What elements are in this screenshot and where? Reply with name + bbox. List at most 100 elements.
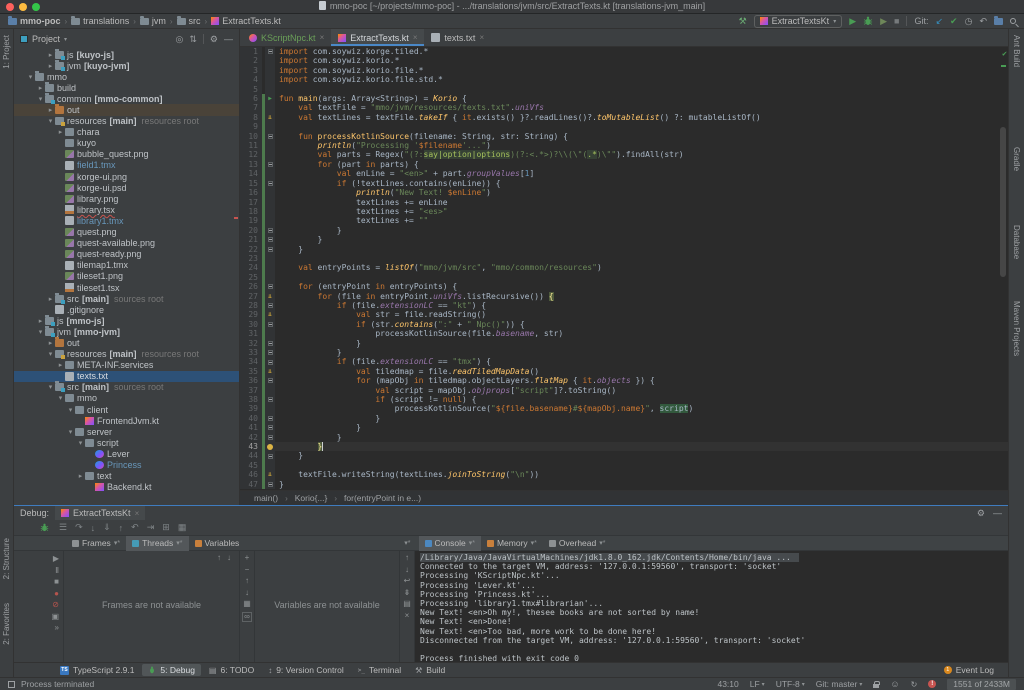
drop-frame-icon[interactable]: ↶ xyxy=(131,522,139,533)
breadcrumb-item[interactable]: ExtractTexts.kt xyxy=(211,16,281,26)
code-line[interactable]: 29⇊ val str = file.readString() xyxy=(240,310,1008,319)
line-number[interactable]: 42 xyxy=(240,433,262,442)
scrollbar-thumb[interactable] xyxy=(1000,127,1006,277)
debugger-tab-variables[interactable]: Variables xyxy=(189,536,246,551)
up-icon[interactable]: ↑ xyxy=(405,554,409,562)
debugger-tab-overhead[interactable]: Overhead▾* xyxy=(543,536,612,551)
tool-button-project[interactable]: 1: Project xyxy=(2,35,11,69)
code-line[interactable]: 16 println("New Text! $enLine") xyxy=(240,188,1008,197)
gutter-cell[interactable] xyxy=(265,254,275,263)
fold-marker-icon[interactable] xyxy=(268,134,273,139)
line-number[interactable]: 4 xyxy=(240,75,262,84)
gutter-cell[interactable] xyxy=(265,188,275,197)
tool-button-5-debug[interactable]: 5: Debug xyxy=(142,664,201,676)
gutter-cell[interactable] xyxy=(265,66,275,75)
mute-breakpoints-icon[interactable]: ⊘ xyxy=(52,600,59,609)
tree-item[interactable]: library1.tmx xyxy=(14,215,239,226)
chevron-expanded-icon[interactable]: ▾ xyxy=(46,117,55,125)
up-icon[interactable]: ↑ xyxy=(217,553,221,562)
tree-item[interactable]: tilemap1.tmx xyxy=(14,260,239,271)
line-number[interactable]: 39 xyxy=(240,404,262,413)
line-number[interactable]: 43 xyxy=(240,442,262,451)
line-number[interactable]: 37 xyxy=(240,386,262,395)
chevron-down-icon[interactable]: ▾ xyxy=(64,36,67,43)
tool-button-favorites[interactable]: 2: Favorites xyxy=(2,603,11,645)
chevron-expanded-icon[interactable]: ▾ xyxy=(56,394,65,402)
code-line[interactable]: 26 for (entryPoint in entryPoints) { xyxy=(240,282,1008,291)
gutter-cell[interactable] xyxy=(265,395,275,404)
tree-item[interactable]: ▾mmo xyxy=(14,71,239,82)
gutter-cell[interactable] xyxy=(265,169,275,178)
chevron-collapsed-icon[interactable]: ▸ xyxy=(46,295,55,303)
debugger-tab-memory[interactable]: Memory▾* xyxy=(481,536,543,551)
code-line[interactable]: 3import com.soywiz.korio.file.* xyxy=(240,66,1008,75)
gutter-cell[interactable] xyxy=(265,480,275,489)
debugger-tab-console[interactable]: Console▾* xyxy=(419,536,481,551)
tab-options-icon[interactable]: ▾* xyxy=(114,539,120,547)
scroll-end-icon[interactable]: ⇟ xyxy=(404,589,411,597)
code-line[interactable]: 12 val parts = Regex("(?:say|option|opti… xyxy=(240,150,1008,159)
gutter-cell[interactable] xyxy=(265,141,275,150)
down-icon[interactable]: ↓ xyxy=(227,553,231,562)
tree-item[interactable]: ▸jvm[kuyo-jvm] xyxy=(14,60,239,71)
gutter-cell[interactable] xyxy=(265,263,275,272)
close-icon[interactable]: × xyxy=(479,33,484,42)
code-line[interactable]: 20 } xyxy=(240,226,1008,235)
breadcrumb-item[interactable]: src xyxy=(177,16,201,26)
search-icon[interactable] xyxy=(1010,18,1016,24)
breadcrumb-item[interactable]: mmo-poc xyxy=(8,16,61,26)
code-line[interactable]: 27⇊ for (file in entryPoint.uniVfs.listR… xyxy=(240,292,1008,301)
gutter-cell[interactable] xyxy=(265,357,275,366)
code-line[interactable]: 18 textLines += "<es>" xyxy=(240,207,1008,216)
tab-options-icon[interactable]: ▾* xyxy=(531,539,537,547)
print-icon[interactable]: ▤ xyxy=(403,600,411,608)
gutter-cell[interactable] xyxy=(265,245,275,254)
copy-icon[interactable]: ▦ xyxy=(243,600,251,608)
fold-marker-icon[interactable] xyxy=(268,341,273,346)
chevron-expanded-icon[interactable]: ▾ xyxy=(36,95,45,103)
gutter-cell[interactable] xyxy=(265,423,275,432)
gutter-cell[interactable] xyxy=(265,273,275,282)
fold-marker-icon[interactable] xyxy=(268,454,273,459)
clear-icon[interactable]: × xyxy=(405,612,410,620)
tree-item[interactable]: ▾mmo xyxy=(14,393,239,404)
tool-button-maven-projects[interactable]: Maven Projects xyxy=(1012,301,1021,356)
fold-marker-icon[interactable] xyxy=(268,237,273,242)
fold-marker-icon[interactable] xyxy=(268,228,273,233)
line-number[interactable]: 28 xyxy=(240,301,262,310)
tree-item[interactable]: ▾script xyxy=(14,437,239,448)
line-number[interactable]: 25 xyxy=(240,273,262,282)
editor-breadcrumb-item[interactable]: for(entryPoint in e...) xyxy=(344,493,421,503)
gutter-cell[interactable] xyxy=(265,122,275,131)
line-number[interactable]: 14 xyxy=(240,169,262,178)
line-number[interactable]: 17 xyxy=(240,198,262,207)
line-number[interactable]: 47 xyxy=(240,480,262,489)
watch-return-icon[interactable]: ∞ xyxy=(242,612,252,622)
chevron-collapsed-icon[interactable]: ▸ xyxy=(46,106,55,114)
fold-marker-icon[interactable] xyxy=(268,360,273,365)
status-widget-git-master[interactable]: Git: master▾ xyxy=(816,679,863,689)
code-line[interactable]: 7 val textFile = "mmo/jvm/resources/text… xyxy=(240,103,1008,112)
code-line[interactable]: 24 val entryPoints = listOf("mmo/jvm/src… xyxy=(240,263,1008,272)
fold-marker-icon[interactable] xyxy=(268,397,273,402)
fold-marker-icon[interactable] xyxy=(268,322,273,327)
tree-item[interactable]: ▸chara xyxy=(14,127,239,138)
line-number[interactable]: 23 xyxy=(240,254,262,263)
tree-item[interactable]: library.tsx xyxy=(14,204,239,215)
error-notification-icon[interactable]: ! xyxy=(928,680,936,688)
code-line[interactable]: 45 xyxy=(240,461,1008,470)
tree-item[interactable]: .gitignore xyxy=(14,304,239,315)
gutter-cell[interactable] xyxy=(265,56,275,65)
code-line[interactable]: 4import com.soywiz.korio.file.std.* xyxy=(240,75,1008,84)
code-line[interactable]: 28 if (file.extensionLC == "kt") { xyxy=(240,301,1008,310)
line-number[interactable]: 22 xyxy=(240,245,262,254)
run-to-cursor-icon[interactable]: ⇥ xyxy=(147,522,155,533)
down-icon[interactable]: ↓ xyxy=(245,589,249,597)
line-number[interactable]: 13 xyxy=(240,160,262,169)
tree-item[interactable]: library.png xyxy=(14,193,239,204)
event-log-button[interactable]: 1 Event Log xyxy=(944,665,1008,675)
chevron-expanded-icon[interactable]: ▾ xyxy=(66,428,75,436)
gutter-cell[interactable] xyxy=(265,103,275,112)
line-number[interactable]: 34 xyxy=(240,357,262,366)
line-number[interactable]: 38 xyxy=(240,395,262,404)
